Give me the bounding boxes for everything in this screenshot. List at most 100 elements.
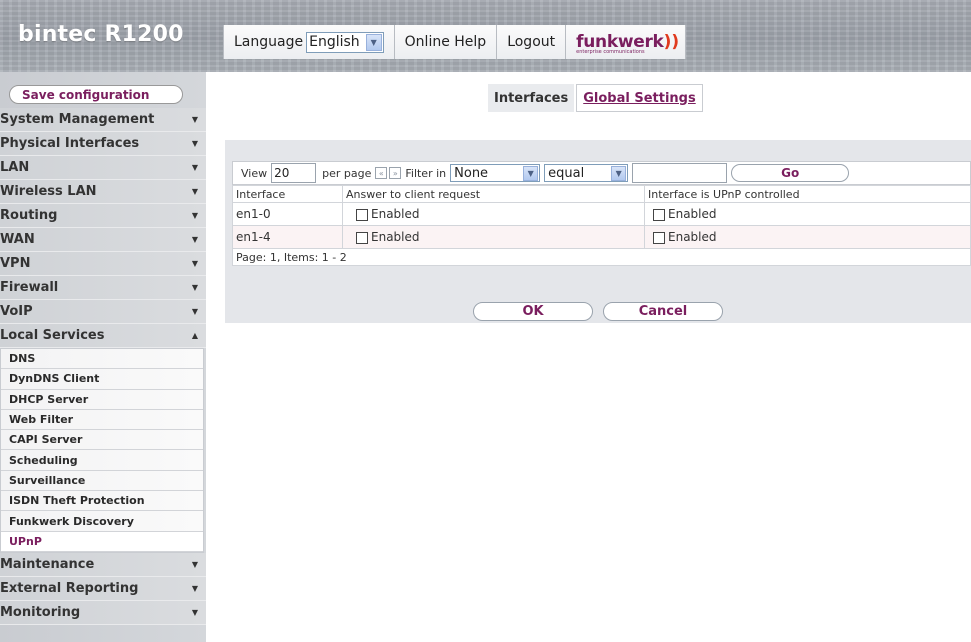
- chevron-down-icon: ▼: [191, 283, 198, 292]
- cell-answer: Enabled: [342, 225, 645, 249]
- column-header-upnp-controlled: Interface is UPnP controlled: [644, 185, 971, 203]
- interfaces-panel: View 20 per page « » Filter in None ▼ eq…: [225, 140, 971, 323]
- cell-controlled: Enabled: [644, 225, 971, 249]
- go-button[interactable]: Go: [731, 164, 850, 182]
- sidebar-item-label: System Management: [0, 112, 155, 127]
- cell-interface: en1-4: [232, 225, 343, 249]
- sidebar-item-label: WAN: [0, 232, 35, 247]
- sidebar-item-voip[interactable]: VoIP ▼: [0, 300, 206, 324]
- answer-checkbox[interactable]: [356, 231, 368, 244]
- submenu-item-upnp[interactable]: UPnP: [1, 531, 203, 552]
- submenu-item-funkwerk-discovery[interactable]: Funkwerk Discovery: [1, 511, 203, 532]
- next-page-icon[interactable]: »: [389, 167, 402, 179]
- column-header-answer: Answer to client request: [342, 185, 645, 203]
- filter-operator-select[interactable]: equal ▼: [544, 164, 629, 182]
- submenu-item-dns[interactable]: DNS: [1, 349, 203, 370]
- chevron-down-icon: ▼: [191, 115, 198, 124]
- funkwerk-logo: funkwerk )) enterprise communications: [566, 25, 687, 59]
- table-row: en1-4 Enabled Enabled: [232, 225, 971, 249]
- sidebar-item-lan[interactable]: LAN ▼: [0, 156, 206, 180]
- table-row: en1-0 Enabled Enabled: [232, 202, 971, 226]
- sidebar-item-physical-interfaces[interactable]: Physical Interfaces ▼: [0, 132, 206, 156]
- upnp-controlled-checkbox[interactable]: [653, 208, 665, 221]
- language-select[interactable]: English ▼: [306, 31, 384, 53]
- product-title: bintec R1200: [18, 22, 184, 47]
- tab-global-settings[interactable]: Global Settings: [576, 84, 703, 112]
- signal-waves-icon: )): [663, 32, 680, 52]
- online-help-button[interactable]: Online Help: [394, 25, 498, 59]
- chevron-down-icon: ▼: [365, 33, 382, 51]
- sidebar-item-local-services[interactable]: Local Services ▲: [0, 324, 206, 348]
- language-label: Language: [234, 34, 304, 50]
- cell-interface: en1-0: [232, 202, 343, 226]
- form-actions: OK Cancel: [225, 302, 971, 323]
- sidebar-menu: System Management ▼ Physical Interfaces ▼ …: [0, 108, 206, 625]
- sidebar-item-label: External Reporting: [0, 580, 139, 596]
- chevron-down-icon: ▼: [611, 165, 627, 181]
- sidebar-item-external-reporting[interactable]: External Reporting ▼: [0, 576, 206, 601]
- submenu-item-isdn-theft-protection[interactable]: ISDN Theft Protection: [1, 491, 203, 512]
- column-header-interface: Interface: [232, 185, 343, 203]
- language-section: Language English ▼: [223, 25, 395, 59]
- chevron-down-icon: ▼: [191, 307, 198, 316]
- sidebar-item-label: VPN: [0, 256, 31, 271]
- sidebar-item-vpn[interactable]: VPN ▼: [0, 252, 206, 276]
- sidebar-item-maintenance[interactable]: Maintenance ▼: [0, 552, 206, 577]
- upnp-controlled-checkbox[interactable]: [653, 231, 665, 244]
- chevron-up-icon: ▲: [191, 331, 198, 340]
- submenu-item-web-filter[interactable]: Web Filter: [1, 409, 203, 431]
- filter-value-input[interactable]: [632, 163, 728, 183]
- sidebar-item-firewall[interactable]: Firewall ▼: [0, 276, 206, 300]
- sidebar-item-monitoring[interactable]: Monitoring ▼: [0, 600, 206, 625]
- chevron-down-icon: ▼: [191, 607, 198, 617]
- submenu-item-surveillance[interactable]: Surveillance: [1, 470, 203, 492]
- answer-checkbox[interactable]: [356, 208, 368, 221]
- chevron-down-icon: ▼: [523, 165, 539, 181]
- checkbox-label: Enabled: [371, 230, 420, 244]
- sidebar-item-label: Firewall: [0, 280, 59, 295]
- submenu-item-scheduling[interactable]: Scheduling: [1, 450, 203, 471]
- checkbox-label: Enabled: [668, 230, 717, 244]
- tab-interfaces[interactable]: Interfaces: [488, 84, 575, 112]
- list-toolbar: View 20 per page « » Filter in None ▼ eq…: [232, 161, 971, 185]
- save-configuration-button[interactable]: Save configuration: [9, 85, 183, 104]
- submenu-item-dyndns-client[interactable]: DynDNS Client: [1, 369, 203, 390]
- submenu-item-capi-server[interactable]: CAPI Server: [1, 430, 203, 451]
- submenu-item-dhcp-server[interactable]: DHCP Server: [1, 389, 203, 410]
- per-page-label: per page: [322, 166, 372, 180]
- chevron-down-icon: ▼: [191, 583, 198, 593]
- ok-button[interactable]: OK: [473, 302, 593, 321]
- sidebar-item-system-management[interactable]: System Management ▼: [0, 108, 206, 132]
- sidebar-item-label: Local Services: [0, 328, 105, 343]
- chevron-down-icon: ▼: [191, 139, 198, 148]
- filter-field-value: None: [454, 165, 489, 181]
- prev-page-icon[interactable]: «: [375, 167, 388, 179]
- sidebar-item-wireless-lan[interactable]: Wireless LAN ▼: [0, 180, 206, 204]
- chevron-down-icon: ▼: [191, 187, 198, 196]
- top-toolbar: Language English ▼ Online Help Logout fu…: [223, 25, 695, 59]
- pagination-info: Page: 1, Items: 1 - 2: [232, 248, 971, 266]
- chevron-down-icon: ▼: [191, 163, 198, 172]
- sidebar-item-routing[interactable]: Routing ▼: [0, 204, 206, 228]
- header-bar: bintec R1200 Language English ▼ Online H…: [0, 0, 971, 72]
- checkbox-label: Enabled: [668, 207, 717, 221]
- filter-field-select[interactable]: None ▼: [450, 164, 541, 182]
- sidebar-item-label: VoIP: [0, 304, 33, 319]
- logout-button[interactable]: Logout: [497, 25, 567, 59]
- tab-bar: Interfaces Global Settings: [488, 84, 703, 112]
- chevron-down-icon: ▼: [191, 211, 198, 220]
- interfaces-table: Interface Answer to client request Inter…: [232, 185, 971, 266]
- sidebar: Save configuration System Management ▼ Ph…: [0, 72, 206, 642]
- logo-subtitle: enterprise communications: [576, 49, 645, 55]
- view-count-input[interactable]: 20: [271, 163, 317, 183]
- cancel-button[interactable]: Cancel: [603, 302, 723, 321]
- sidebar-item-wan[interactable]: WAN ▼: [0, 228, 206, 252]
- chevron-down-icon: ▼: [191, 259, 198, 268]
- app-window: bintec R1200 Language English ▼ Online H…: [0, 0, 971, 642]
- chevron-down-icon: ▼: [191, 235, 198, 244]
- cell-controlled: Enabled: [644, 202, 971, 226]
- cell-answer: Enabled: [342, 202, 645, 226]
- sidebar-item-label: LAN: [0, 160, 30, 175]
- local-services-submenu: DNS DynDNS Client DHCP Server Web Filter…: [0, 348, 204, 553]
- view-label: View: [241, 166, 268, 180]
